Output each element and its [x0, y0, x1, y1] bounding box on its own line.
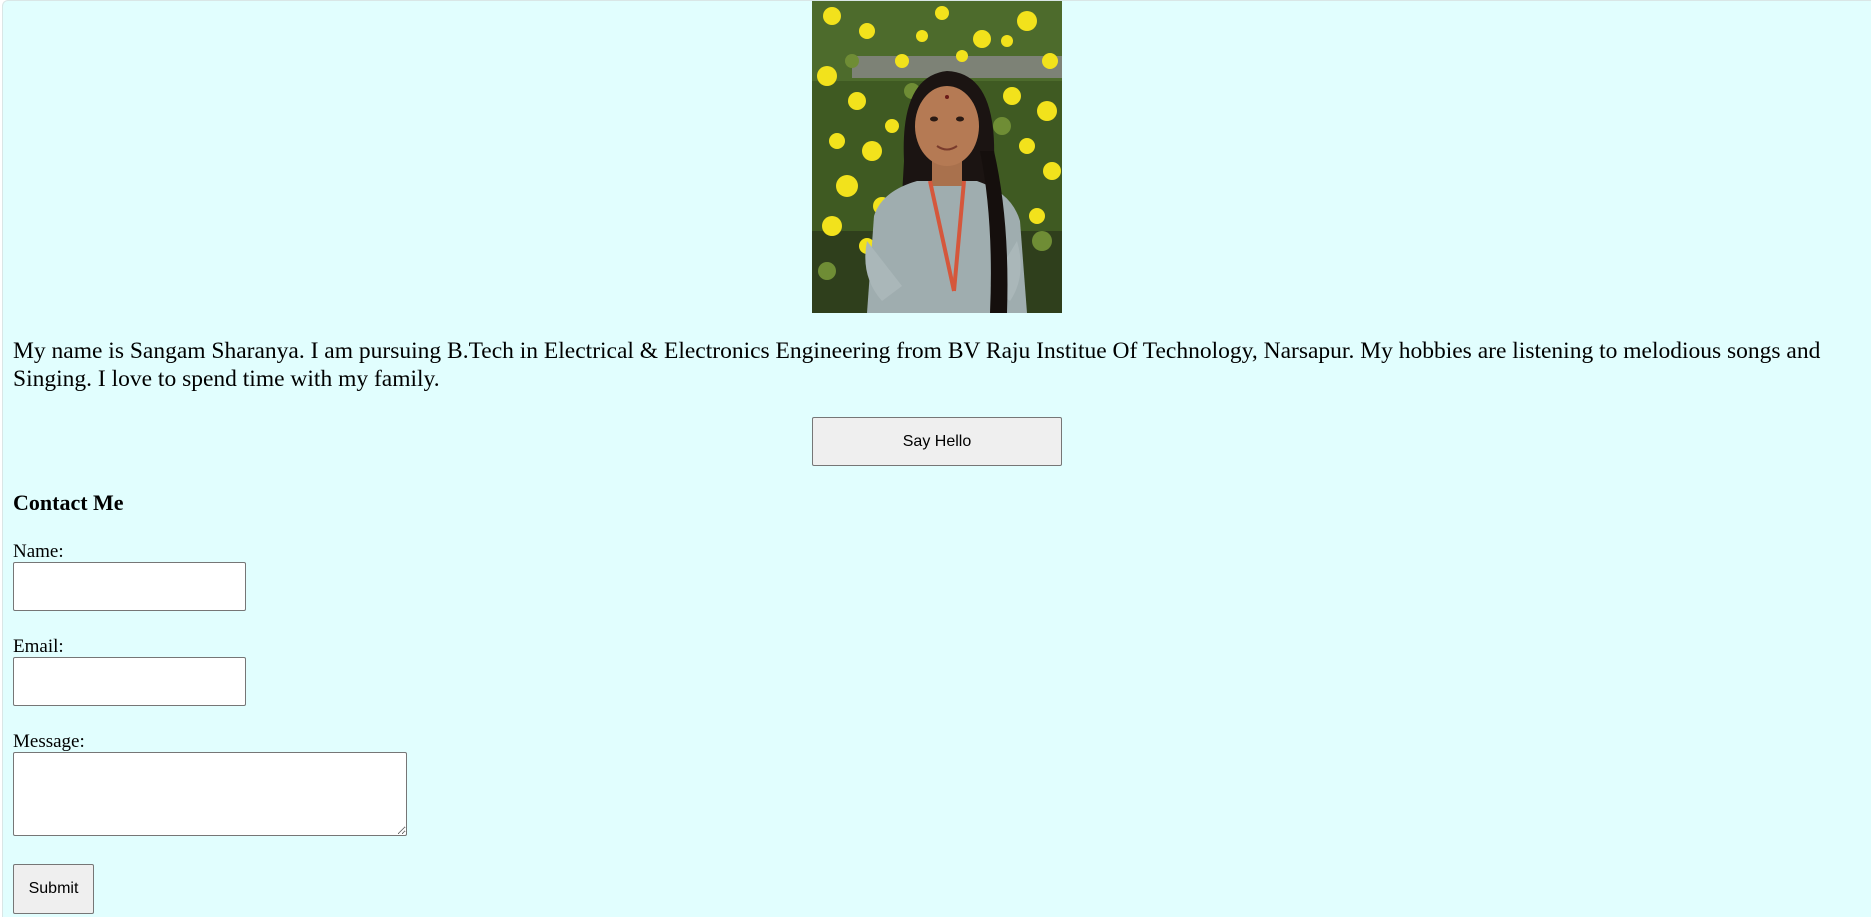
photo-section [3, 1, 1871, 313]
profile-photo [812, 1, 1062, 313]
contact-form: Name: Email: Message: Submit [13, 541, 1861, 914]
submit-button[interactable]: Submit [13, 864, 94, 914]
email-input[interactable] [13, 657, 246, 706]
say-hello-button[interactable]: Say Hello [812, 417, 1062, 466]
email-label: Email: [13, 636, 64, 657]
message-textarea[interactable] [13, 752, 407, 836]
name-input[interactable] [13, 562, 246, 611]
say-hello-row: Say Hello [13, 417, 1861, 466]
bio-paragraph: My name is Sangam Sharanya. I am pursuin… [13, 338, 1821, 392]
name-field-group: Name: [13, 541, 1861, 611]
message-label: Message: [13, 731, 85, 752]
page-container: My name is Sangam Sharanya. I am pursuin… [2, 0, 1871, 917]
message-field-group: Message: [13, 731, 1861, 836]
email-field-group: Email: [13, 636, 1861, 706]
contact-heading: Contact Me [13, 490, 124, 515]
name-label: Name: [13, 541, 64, 562]
